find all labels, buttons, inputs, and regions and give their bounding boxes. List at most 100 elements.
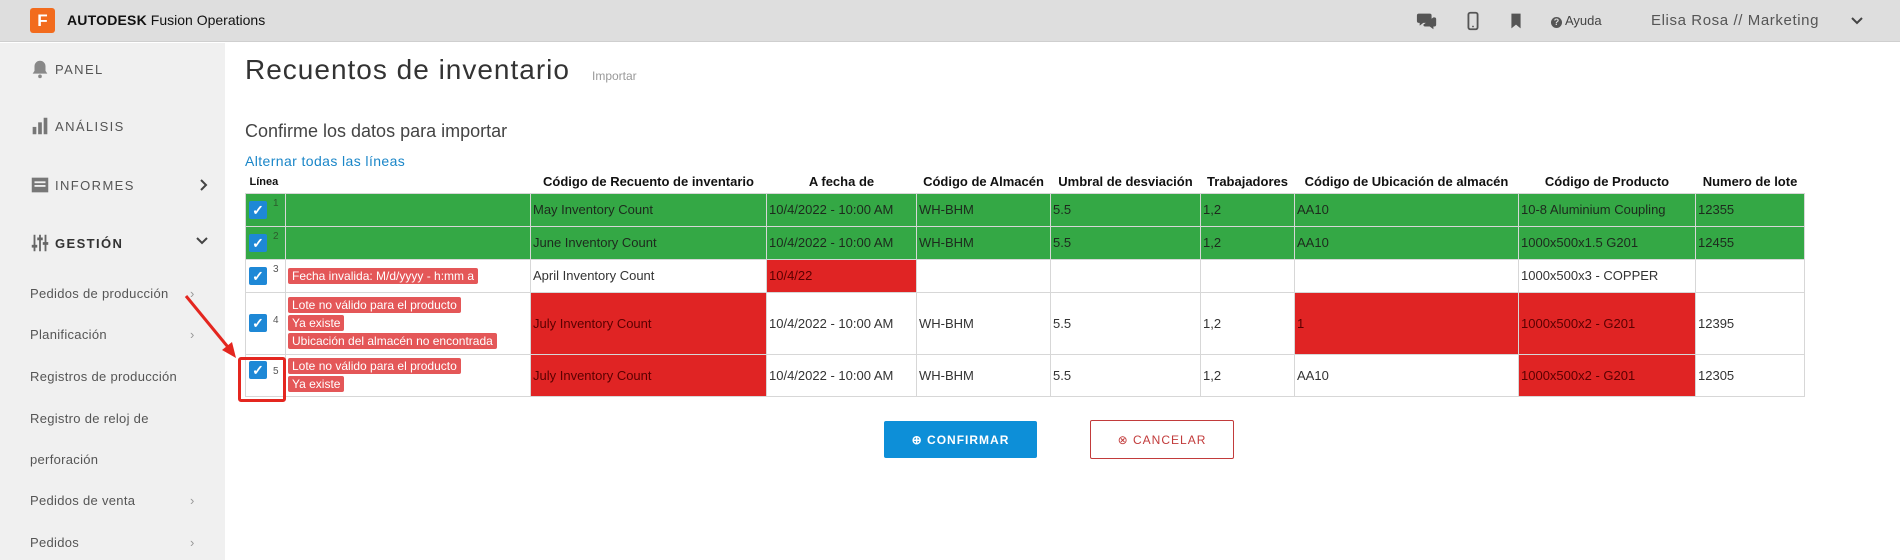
bar-chart-icon <box>32 117 48 135</box>
nav-registros-produccion[interactable]: Registros de producción <box>30 369 177 384</box>
nav-pedidos[interactable]: Pedidos › <box>30 535 194 550</box>
cell-code: June Inventory Count <box>530 225 767 260</box>
row-select-cell: ✓ 5 <box>245 353 286 397</box>
cell-warehouse: WH-BHM <box>916 192 1051 227</box>
cell-workers <box>1200 258 1295 293</box>
cancel-button[interactable]: ⊗ CANCELAR <box>1090 420 1234 459</box>
row-select-cell: ✓ 4 <box>245 291 286 355</box>
col-header-linea: Línea <box>249 175 279 188</box>
nav-pedidos-venta[interactable]: Pedidos de venta › <box>30 493 194 508</box>
toggle-all-link[interactable]: Alternar todas las líneas <box>245 153 405 169</box>
chevron-right-icon: › <box>190 493 195 508</box>
nav-planificacion[interactable]: Planificación › <box>30 327 194 342</box>
error-tag: Ubicación del almacén no encontrada <box>288 333 497 349</box>
cell-code: April Inventory Count <box>530 258 767 293</box>
help-link[interactable]: ? Ayuda <box>1551 13 1602 28</box>
nav-registro-reloj[interactable]: Registro de reloj de <box>30 411 149 426</box>
cell-workers: 1,2 <box>1200 192 1295 227</box>
error-cell: Lote no válido para el producto Ya exist… <box>285 353 531 397</box>
cell-workers: 1,2 <box>1200 225 1295 260</box>
fusion-logo-icon[interactable]: F <box>30 8 55 33</box>
table-row: ✓ 2 June Inventory Count 10/4/2022 - 10:0… <box>245 225 1805 260</box>
error-cell <box>285 192 531 227</box>
cell-warehouse: WH-BHM <box>916 353 1051 397</box>
error-cell <box>285 225 531 260</box>
table-row: ✓ 1 May Inventory Count 10/4/2022 - 10:00… <box>245 192 1805 227</box>
mobile-icon[interactable] <box>1462 10 1484 32</box>
cell-product: 1000x500x2 - G201 <box>1518 353 1696 397</box>
nav-pedidos-produccion[interactable]: Pedidos de producción › <box>30 286 194 301</box>
confirm-button[interactable]: ⊕ CONFIRMAR <box>884 421 1037 458</box>
cell-date: 10/4/2022 - 10:00 AM <box>766 225 917 260</box>
help-icon: ? <box>1551 17 1562 28</box>
cell-date: 10/4/2022 - 10:00 AM <box>766 192 917 227</box>
cell-code: July Inventory Count <box>530 291 767 355</box>
cell-location: 1 <box>1294 291 1519 355</box>
error-tag: Fecha invalida: M/d/yyyy - h:mm a <box>288 267 479 284</box>
confirm-heading: Confirme los datos para importar <box>245 121 508 141</box>
row-checkbox[interactable]: ✓ <box>249 266 267 285</box>
error-cell: Fecha invalida: M/d/yyyy - h:mm a <box>285 258 531 293</box>
cell-location: AA10 <box>1294 353 1519 397</box>
cell-product: 1000x500x1.5 G201 <box>1518 225 1696 260</box>
nav-panel[interactable]: PANEL <box>29 57 209 81</box>
row-checkbox[interactable]: ✓ <box>249 314 267 332</box>
error-tag: Lote no válido para el producto <box>288 297 461 313</box>
cell-date: 10/4/2022 - 10:00 AM <box>766 291 917 355</box>
row-checkbox[interactable]: ✓ <box>249 233 267 252</box>
page-subtitle: Importar <box>592 69 637 83</box>
nav-informes[interactable]: INFORMES <box>29 173 209 197</box>
col-header-producto: Código de Producto <box>1544 174 1670 190</box>
table-row: ✓ 5 Lote no válido para el producto Ya ex… <box>245 353 1805 397</box>
error-cell: Lote no válido para el producto Ya exist… <box>285 291 531 355</box>
cell-product: 1000x500x3 - COPPER <box>1518 258 1696 293</box>
chat-icon[interactable] <box>1416 10 1438 32</box>
row-select-cell: ✓ 3 <box>245 258 286 293</box>
cell-location <box>1294 258 1519 293</box>
col-header-lote: Numero de lote <box>1702 174 1798 190</box>
cell-warehouse: WH-BHM <box>916 225 1051 260</box>
cell-location: AA10 <box>1294 225 1519 260</box>
cell-product: 10-8 Aluminium Coupling <box>1518 192 1696 227</box>
cell-lot: 12455 <box>1695 225 1805 260</box>
cell-threshold: 5.5 <box>1050 291 1201 355</box>
nav-registro-reloj-cont[interactable]: perforación <box>30 452 98 467</box>
row-select-cell: ✓ 1 <box>245 192 286 227</box>
cell-lot: 12395 <box>1695 291 1805 355</box>
cell-threshold: 5.5 <box>1050 225 1201 260</box>
sliders-icon <box>31 234 49 252</box>
table-row: ✓ 4 Lote no válido para el producto Ya ex… <box>245 291 1805 355</box>
chevron-down-icon[interactable] <box>1850 15 1864 27</box>
nav-analisis[interactable]: ANÁLISIS <box>29 114 209 138</box>
col-header-almacen: Código de Almacén <box>923 174 1044 190</box>
col-header-fecha: A fecha de <box>808 174 875 190</box>
cell-threshold: 5.5 <box>1050 192 1201 227</box>
cell-workers: 1,2 <box>1200 291 1295 355</box>
row-select-cell: ✓ 2 <box>245 225 286 260</box>
chevron-right-icon <box>200 179 208 191</box>
cell-threshold: 5.5 <box>1050 353 1201 397</box>
error-tag: Ya existe <box>288 376 345 392</box>
col-header-codigo: Código de Recuento de inventario <box>543 174 754 190</box>
cell-warehouse <box>916 258 1051 293</box>
cell-location: AA10 <box>1294 192 1519 227</box>
row-checkbox[interactable]: ✓ <box>249 200 267 219</box>
report-icon <box>31 177 49 193</box>
cell-workers: 1,2 <box>1200 353 1295 397</box>
import-table: Línea Código de Recuento de inventario A… <box>245 171 1805 397</box>
col-header-ubicacion: Código de Ubicación de almacén <box>1304 174 1509 190</box>
bookmark-icon[interactable] <box>1505 10 1527 32</box>
chevron-down-icon <box>196 237 208 245</box>
row-checkbox[interactable]: ✓ <box>249 360 267 379</box>
cell-date: 10/4/2022 - 10:00 AM <box>766 353 917 397</box>
nav-gestion[interactable]: GESTIÓN <box>29 231 209 255</box>
table-row: ✓ 3 Fecha invalida: M/d/yyyy - h:mm a Apr… <box>245 258 1805 293</box>
cell-lot <box>1695 258 1805 293</box>
error-tag: Ya existe <box>288 315 345 331</box>
col-header-trabajadores: Trabajadores <box>1207 174 1288 190</box>
cell-date: 10/4/22 <box>766 258 917 293</box>
col-header-errors <box>286 171 531 193</box>
user-menu[interactable]: Elisa Rosa // Marketing <box>1651 12 1819 29</box>
brand-name: AUTODESK Fusion Operations <box>67 12 266 28</box>
top-bar: F AUTODESK Fusion Operations ? Ayuda Elis… <box>0 0 1900 42</box>
